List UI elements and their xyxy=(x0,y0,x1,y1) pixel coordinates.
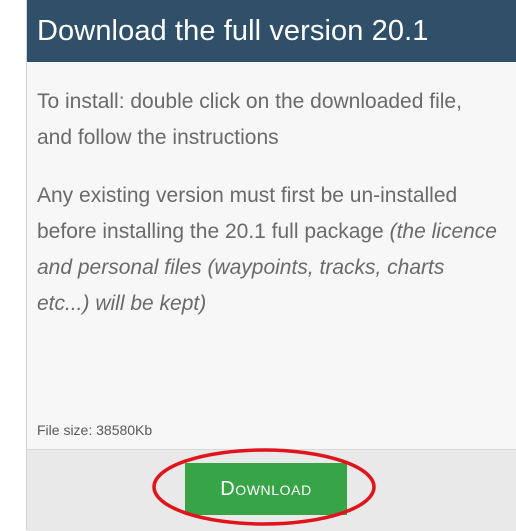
install-instructions: To install: double click on the download… xyxy=(37,90,462,149)
download-button[interactable]: Download xyxy=(185,463,347,515)
card-body: To install: double click on the download… xyxy=(27,62,516,322)
file-size: File size: 38580Kb xyxy=(37,422,153,438)
uninstall-notice: Any existing version must first be un-in… xyxy=(37,156,502,322)
download-card: Download the full version 20.1 To instal… xyxy=(26,0,516,531)
card-footer: Download xyxy=(27,448,516,531)
card-title: Download the full version 20.1 xyxy=(27,0,516,62)
